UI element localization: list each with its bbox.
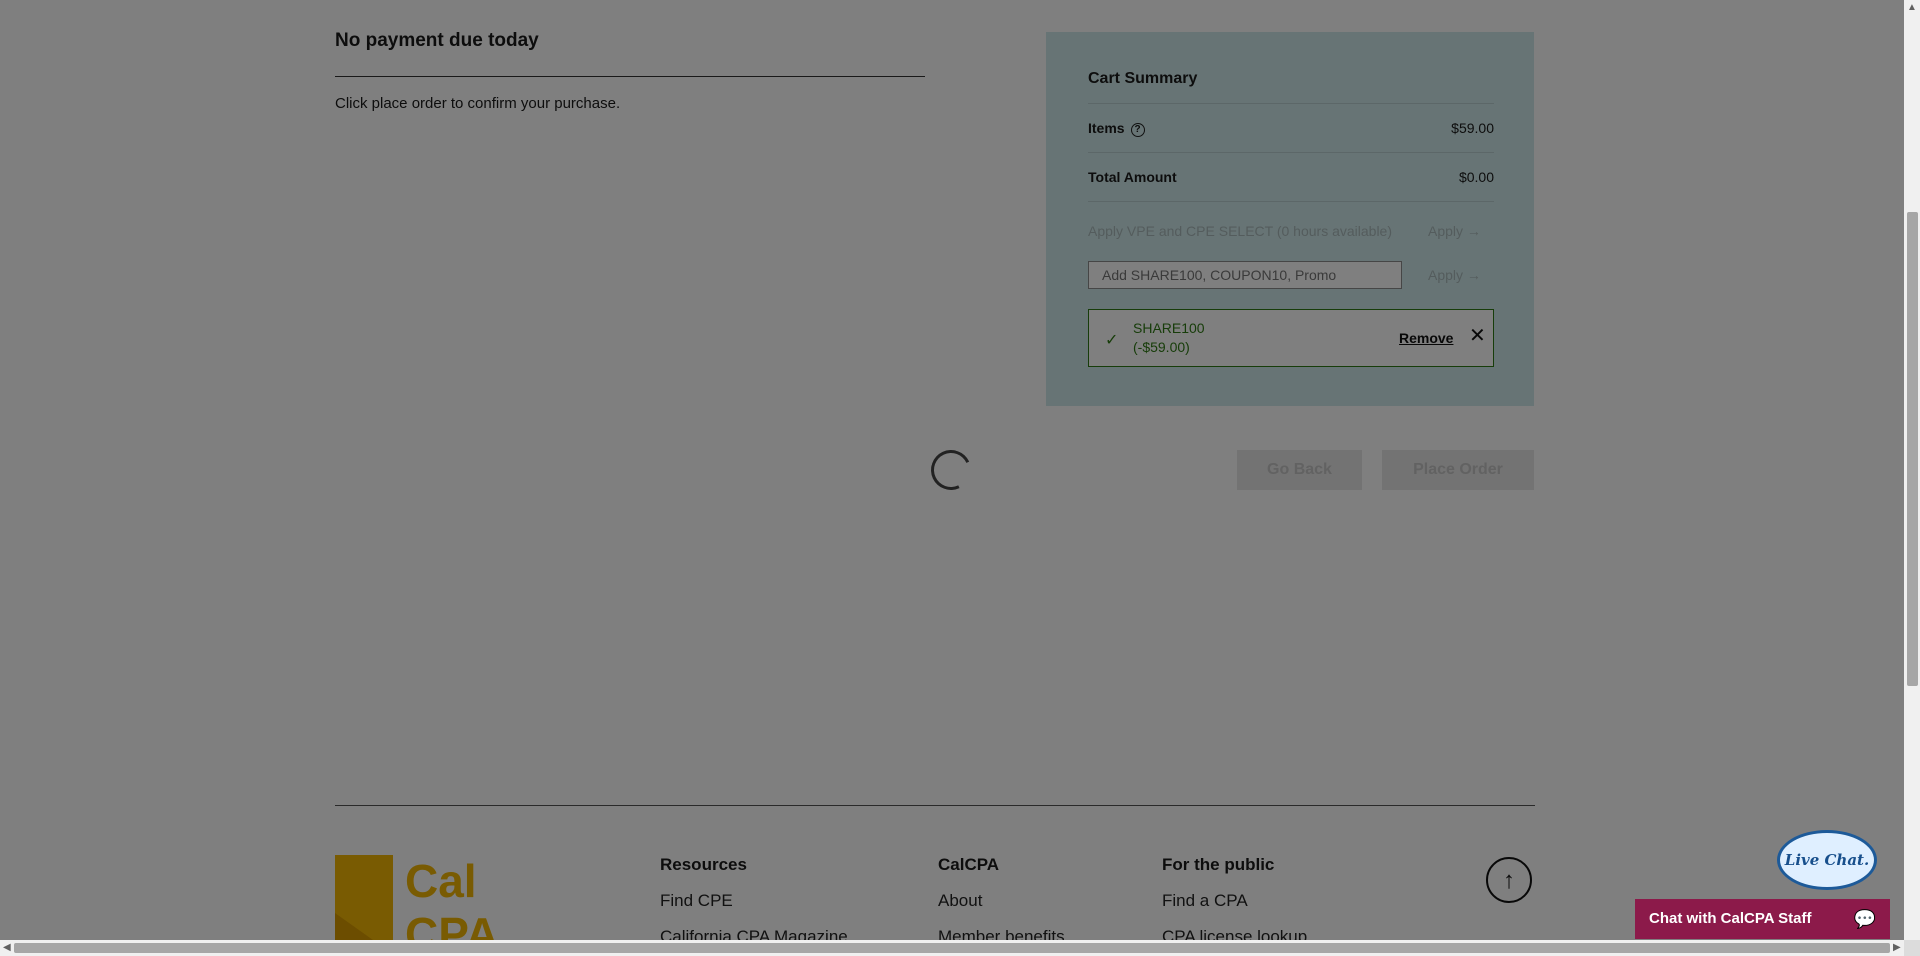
total-label: Total Amount — [1088, 169, 1177, 185]
logo-text-cal: Cal — [405, 855, 477, 907]
scrollbar-corner — [1904, 940, 1920, 956]
loading-spinner-icon — [925, 444, 977, 496]
close-icon[interactable]: ✕ — [1469, 326, 1486, 346]
live-chat-bubble[interactable]: Live Chat. — [1777, 830, 1877, 890]
vertical-scrollbar[interactable]: ▲ — [1904, 0, 1920, 940]
arrow-up-icon: ↑ — [1503, 867, 1515, 894]
apply-vpe-button[interactable]: Apply → — [1428, 223, 1481, 239]
remove-coupon-link[interactable]: Remove — [1399, 330, 1453, 346]
chat-icon: 💬 — [1853, 909, 1876, 929]
promo-code-input[interactable] — [1088, 261, 1402, 289]
footer-link-license-lookup[interactable]: CPA license lookup — [1162, 927, 1307, 940]
divider — [1088, 103, 1494, 104]
divider — [1088, 201, 1494, 202]
chat-bar-label: Chat with CalCPA Staff — [1649, 910, 1812, 927]
footer-link-magazine[interactable]: California CPA Magazine — [660, 927, 848, 940]
scroll-up-icon[interactable]: ▲ — [1907, 2, 1917, 13]
vertical-scroll-thumb[interactable] — [1907, 212, 1918, 686]
footer-public-title: For the public — [1162, 855, 1275, 874]
scroll-left-icon[interactable]: ◀ — [3, 942, 11, 953]
apply-promo-button[interactable]: Apply → — [1428, 267, 1481, 283]
items-label: Items? — [1088, 120, 1145, 137]
checkout-page: No payment due today Click place order t… — [0, 0, 1904, 940]
vpe-label: Apply VPE and CPE SELECT (0 hours availa… — [1088, 223, 1393, 239]
calcpa-logo[interactable]: Cal CPA — [335, 855, 555, 940]
help-icon[interactable]: ? — [1130, 123, 1145, 137]
confirm-text: Click place order to confirm your purcha… — [335, 95, 621, 112]
logo-text-cpa: CPA — [405, 908, 499, 940]
check-icon: ✓ — [1105, 332, 1119, 349]
coupon-code: SHARE100 — [1133, 320, 1205, 336]
place-order-button[interactable]: Place Order — [1382, 450, 1534, 490]
cart-summary: Cart Summary Items? $59.00 Total Amount … — [1046, 32, 1534, 406]
total-value: $0.00 — [1458, 169, 1494, 185]
footer-divider — [335, 805, 1535, 806]
chat-with-staff-button[interactable]: Chat with CalCPA Staff 💬 — [1635, 899, 1890, 939]
divider — [335, 76, 925, 77]
divider — [1088, 152, 1494, 153]
footer-link-find-cpa[interactable]: Find a CPA — [1162, 891, 1248, 911]
back-to-top-button[interactable]: ↑ — [1486, 857, 1532, 903]
payment-title: No payment due today — [335, 30, 539, 51]
horizontal-scrollbar[interactable]: ◀ ▶ — [0, 940, 1904, 956]
go-back-button[interactable]: Go Back — [1237, 450, 1362, 490]
footer-link-member-benefits[interactable]: Member benefits — [938, 927, 1065, 940]
footer-resources-title: Resources — [660, 855, 747, 874]
items-value: $59.00 — [1451, 120, 1494, 136]
cart-summary-title: Cart Summary — [1088, 70, 1198, 87]
horizontal-scroll-thumb[interactable] — [14, 943, 1890, 953]
footer-calcpa-title: CalCPA — [938, 855, 1000, 874]
scroll-right-icon[interactable]: ▶ — [1893, 942, 1901, 953]
coupon-amount: (-$59.00) — [1133, 339, 1190, 355]
applied-coupon: ✓ SHARE100 (-$59.00) Remove ✕ — [1088, 309, 1494, 367]
footer-link-find-cpe[interactable]: Find CPE — [660, 891, 733, 911]
footer-link-about[interactable]: About — [938, 891, 982, 911]
